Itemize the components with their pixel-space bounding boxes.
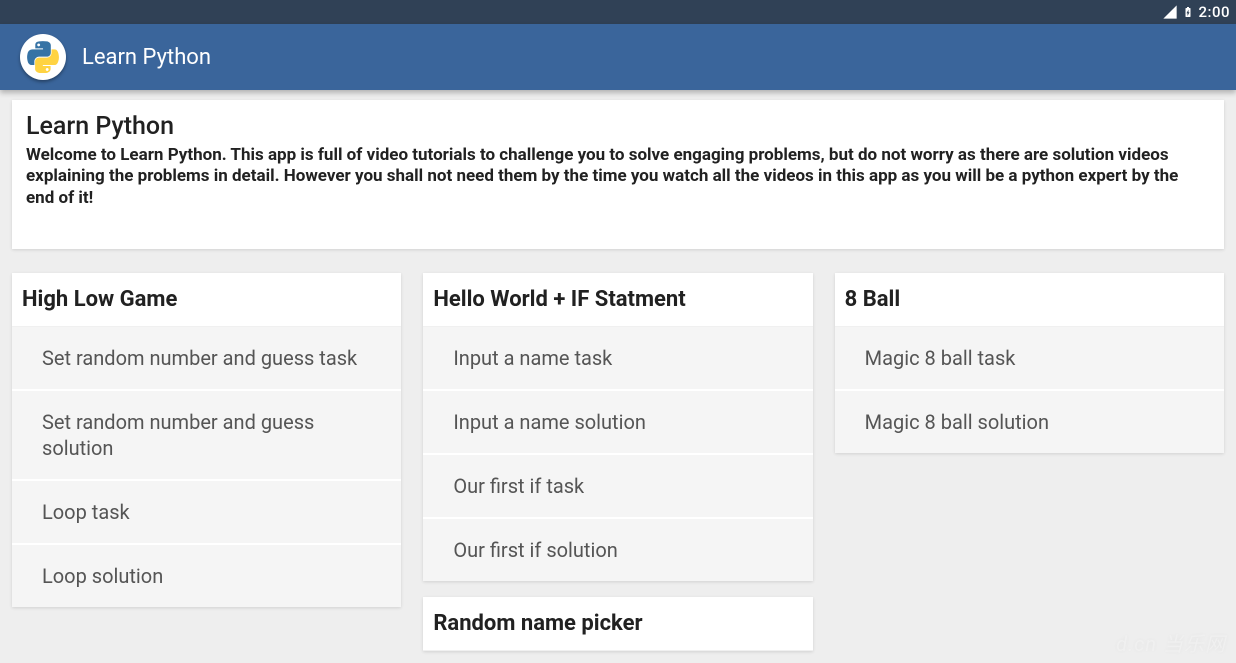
lesson-item[interactable]: Loop task — [12, 481, 401, 545]
lesson-item[interactable]: Input a name task — [423, 327, 812, 391]
welcome-heading: Learn Python — [26, 112, 1210, 141]
lesson-card-title: Random name picker — [423, 597, 812, 651]
app-bar: Learn Python — [0, 24, 1236, 90]
lesson-item[interactable]: Our first if task — [423, 455, 812, 519]
lesson-card: 8 Ball Magic 8 ball task Magic 8 ball so… — [835, 273, 1224, 453]
app-title: Learn Python — [82, 45, 211, 70]
lesson-item[interactable]: Set random number and guess solution — [12, 391, 401, 481]
python-logo-icon — [20, 34, 66, 80]
lesson-card: Random name picker — [423, 597, 812, 651]
welcome-card: Learn Python Welcome to Learn Python. Th… — [12, 100, 1224, 249]
grid-col-1: Hello World + IF Statment Input a name t… — [423, 273, 812, 663]
content-area: Learn Python Welcome to Learn Python. Th… — [0, 90, 1236, 663]
lesson-item[interactable]: Set random number and guess task — [12, 327, 401, 391]
lesson-item[interactable]: Input a name solution — [423, 391, 812, 455]
welcome-body: Welcome to Learn Python. This app is ful… — [26, 145, 1210, 209]
lesson-card-title: High Low Game — [12, 273, 401, 327]
android-status-bar: 2:00 — [0, 0, 1236, 24]
grid-col-2: 8 Ball Magic 8 ball task Magic 8 ball so… — [835, 273, 1224, 663]
lesson-item[interactable]: Magic 8 ball solution — [835, 391, 1224, 453]
lesson-card: Hello World + IF Statment Input a name t… — [423, 273, 812, 581]
lesson-card-title: 8 Ball — [835, 273, 1224, 327]
lesson-grid: High Low Game Set random number and gues… — [12, 273, 1224, 663]
lesson-card: High Low Game Set random number and gues… — [12, 273, 401, 607]
lesson-card-title: Hello World + IF Statment — [423, 273, 812, 327]
grid-col-0: High Low Game Set random number and gues… — [12, 273, 401, 663]
battery-charging-icon — [1182, 3, 1194, 21]
lesson-item[interactable]: Our first if solution — [423, 519, 812, 581]
lesson-item[interactable]: Magic 8 ball task — [835, 327, 1224, 391]
lesson-item[interactable]: Loop solution — [12, 545, 401, 607]
status-clock: 2:00 — [1198, 3, 1230, 21]
cell-signal-icon — [1162, 4, 1178, 20]
